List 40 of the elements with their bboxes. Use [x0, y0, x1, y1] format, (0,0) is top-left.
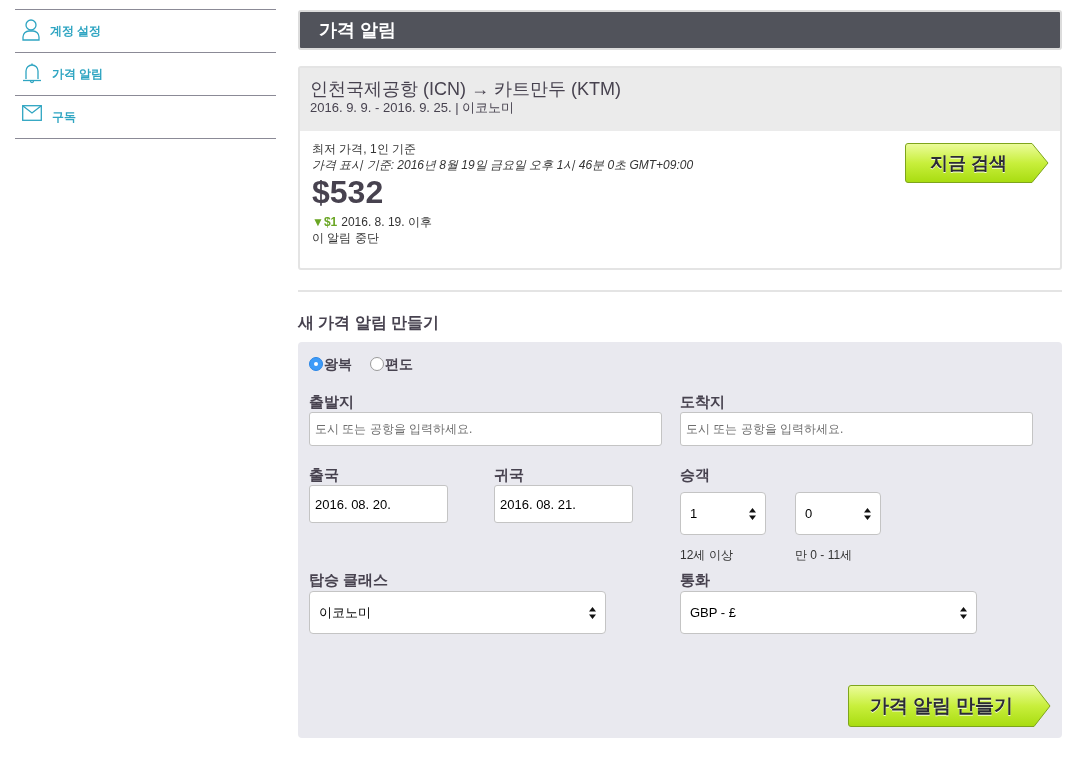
create-alert-button[interactable]: 가격 알림 만들기	[848, 685, 1051, 727]
field-label: 승객	[680, 465, 710, 485]
city-input-field[interactable]: 도시 또는 공항을 입력하세요.	[680, 412, 1033, 446]
passenger-count-select[interactable]: 0	[795, 492, 881, 535]
page-title: 가격 알림	[319, 19, 396, 42]
field-label: 탑승 클래스	[309, 570, 389, 590]
field-label: 도착지	[680, 392, 725, 412]
price: $532	[312, 174, 384, 210]
field-label: 출발지	[309, 392, 354, 412]
select-arrows-icon	[960, 606, 967, 619]
price-change: ▼$1	[312, 214, 338, 230]
radio-label[interactable]: 편도	[385, 354, 413, 374]
route-title: 인천국제공항 (ICN) → 카트만두 (KTM)	[310, 78, 622, 100]
select-arrows-icon	[589, 606, 596, 619]
date-field[interactable]: 2016. 08. 20.	[309, 485, 448, 523]
field-label: 귀국	[494, 465, 524, 485]
date-field[interactable]: 2016. 08. 21.	[494, 485, 633, 523]
currency-select[interactable]: GBP - £	[680, 591, 977, 634]
trip-details: 2016. 9. 9. - 2016. 9. 25. | 이코노미	[310, 100, 516, 116]
age-note: 만 0 - 11세	[795, 547, 853, 563]
field-label: 출국	[309, 465, 339, 485]
stop-alert-link[interactable]: 이 알림 중단	[312, 230, 379, 246]
price-timestamp: 가격 표시 기준: 2016년 8월 19일 금요일 오후 1시 46분 0초 GMT+09:00	[312, 157, 694, 173]
age-note: 12세 이상	[680, 547, 733, 563]
passenger-count-select[interactable]: 1	[680, 492, 766, 535]
price-basis: 최저 가격, 1인 기준	[312, 141, 417, 157]
bell-icon	[22, 62, 42, 84]
search-now-button[interactable]: 지금 검색	[905, 143, 1049, 183]
select-arrows-icon	[864, 507, 871, 520]
envelope-icon	[22, 105, 42, 121]
city-input-field[interactable]: 도시 또는 공항을 입력하세요.	[309, 412, 662, 446]
section-heading: 새 가격 알림 만들기	[298, 313, 440, 333]
radio-button[interactable]	[370, 357, 384, 371]
radio-label[interactable]: 왕복	[324, 354, 352, 374]
cabin-class-select[interactable]: 이코노미	[309, 591, 606, 634]
price-change-date: 2016. 8. 19. 이후	[341, 214, 432, 230]
radio-button[interactable]	[309, 357, 323, 371]
field-label: 통화	[680, 570, 710, 590]
person-icon	[22, 19, 40, 41]
select-arrows-icon	[749, 507, 756, 520]
